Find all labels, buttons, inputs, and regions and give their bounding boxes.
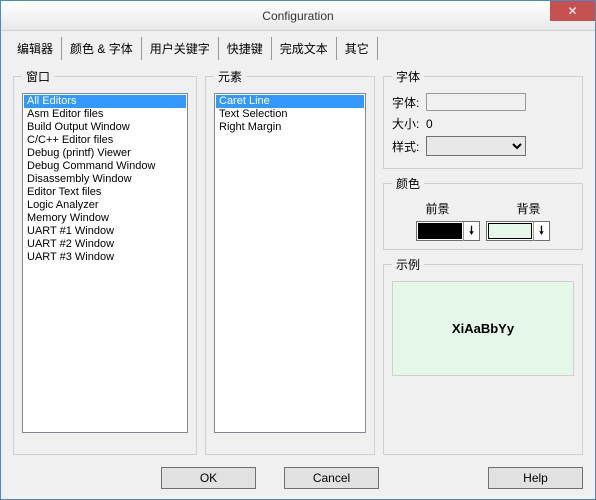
font-size-label: 大小: [392, 115, 426, 132]
ok-button[interactable]: OK [161, 467, 256, 489]
list-item[interactable]: C/C++ Editor files [24, 134, 186, 147]
dropdown-arrow-icon: 🠗 [533, 222, 549, 241]
tab-colors-fonts[interactable]: 颜色 & 字体 [62, 37, 142, 60]
color-legend: 颜色 [392, 175, 424, 192]
list-item[interactable]: Debug (printf) Viewer [24, 147, 186, 160]
list-item[interactable]: UART #1 Window [24, 225, 186, 238]
bg-label: 背景 [516, 200, 540, 217]
list-item[interactable]: Logic Analyzer [24, 199, 186, 212]
list-item[interactable]: Memory Window [24, 212, 186, 225]
bg-swatch [488, 223, 532, 239]
list-item[interactable]: Text Selection [216, 108, 364, 121]
tab-bar: 编辑器 颜色 & 字体 用户关键字 快捷键 完成文本 其它 [1, 31, 595, 60]
windows-listbox[interactable]: All EditorsAsm Editor filesBuild Output … [22, 93, 188, 433]
tab-text-completion[interactable]: 完成文本 [272, 37, 337, 60]
sample-legend: 示例 [392, 256, 424, 273]
elements-group: 元素 Caret LineText SelectionRight Margin [205, 68, 375, 455]
fg-swatch [418, 223, 462, 239]
list-item[interactable]: UART #2 Window [24, 238, 186, 251]
tab-other[interactable]: 其它 [337, 37, 378, 60]
font-style-select[interactable] [426, 136, 526, 156]
tab-shortcuts[interactable]: 快捷键 [219, 37, 272, 60]
list-item[interactable]: Asm Editor files [24, 108, 186, 121]
sample-preview: XiAaBbYy [392, 281, 574, 376]
list-item[interactable]: Right Margin [216, 121, 364, 134]
list-item[interactable]: All Editors [24, 95, 186, 108]
elements-legend: 元素 [214, 68, 246, 85]
list-item[interactable]: Build Output Window [24, 121, 186, 134]
list-item[interactable]: Disassembly Window [24, 173, 186, 186]
font-style-label: 样式: [392, 138, 426, 155]
titlebar: Configuration ✕ [1, 1, 595, 31]
font-family-label: 字体: [392, 94, 426, 111]
font-size-value: 0 [426, 117, 574, 131]
windows-group: 窗口 All EditorsAsm Editor filesBuild Outp… [13, 68, 197, 455]
font-legend: 字体 [392, 68, 424, 85]
font-group: 字体 字体: 大小: 0 样式: [383, 68, 583, 169]
close-button[interactable]: ✕ [550, 1, 595, 21]
list-item[interactable]: Caret Line [216, 95, 364, 108]
config-dialog: Configuration ✕ 编辑器 颜色 & 字体 用户关键字 快捷键 完成… [0, 0, 596, 500]
right-column: 字体 字体: 大小: 0 样式: 颜色 [383, 68, 583, 455]
windows-legend: 窗口 [22, 68, 54, 85]
list-item[interactable]: Editor Text files [24, 186, 186, 199]
help-button[interactable]: Help [488, 467, 583, 489]
tab-user-keywords[interactable]: 用户关键字 [142, 37, 219, 60]
tab-editor[interactable]: 编辑器 [9, 37, 62, 60]
dropdown-arrow-icon: 🠗 [463, 222, 479, 241]
cancel-button[interactable]: Cancel [284, 467, 379, 489]
list-item[interactable]: UART #3 Window [24, 251, 186, 264]
elements-listbox[interactable]: Caret LineText SelectionRight Margin [214, 93, 366, 433]
fg-color-picker[interactable]: 🠗 [416, 221, 480, 241]
list-item[interactable]: Debug Command Window [24, 160, 186, 173]
fg-label: 前景 [425, 200, 449, 217]
close-icon: ✕ [567, 4, 577, 18]
sample-group: 示例 XiAaBbYy [383, 256, 583, 455]
color-group: 颜色 前景 背景 🠗 🠗 [383, 175, 583, 250]
font-family-field[interactable] [426, 93, 526, 111]
bg-color-picker[interactable]: 🠗 [486, 221, 550, 241]
window-title: Configuration [262, 9, 333, 23]
content-area: 窗口 All EditorsAsm Editor filesBuild Outp… [1, 60, 595, 459]
button-bar: OK Cancel Help [1, 459, 595, 499]
